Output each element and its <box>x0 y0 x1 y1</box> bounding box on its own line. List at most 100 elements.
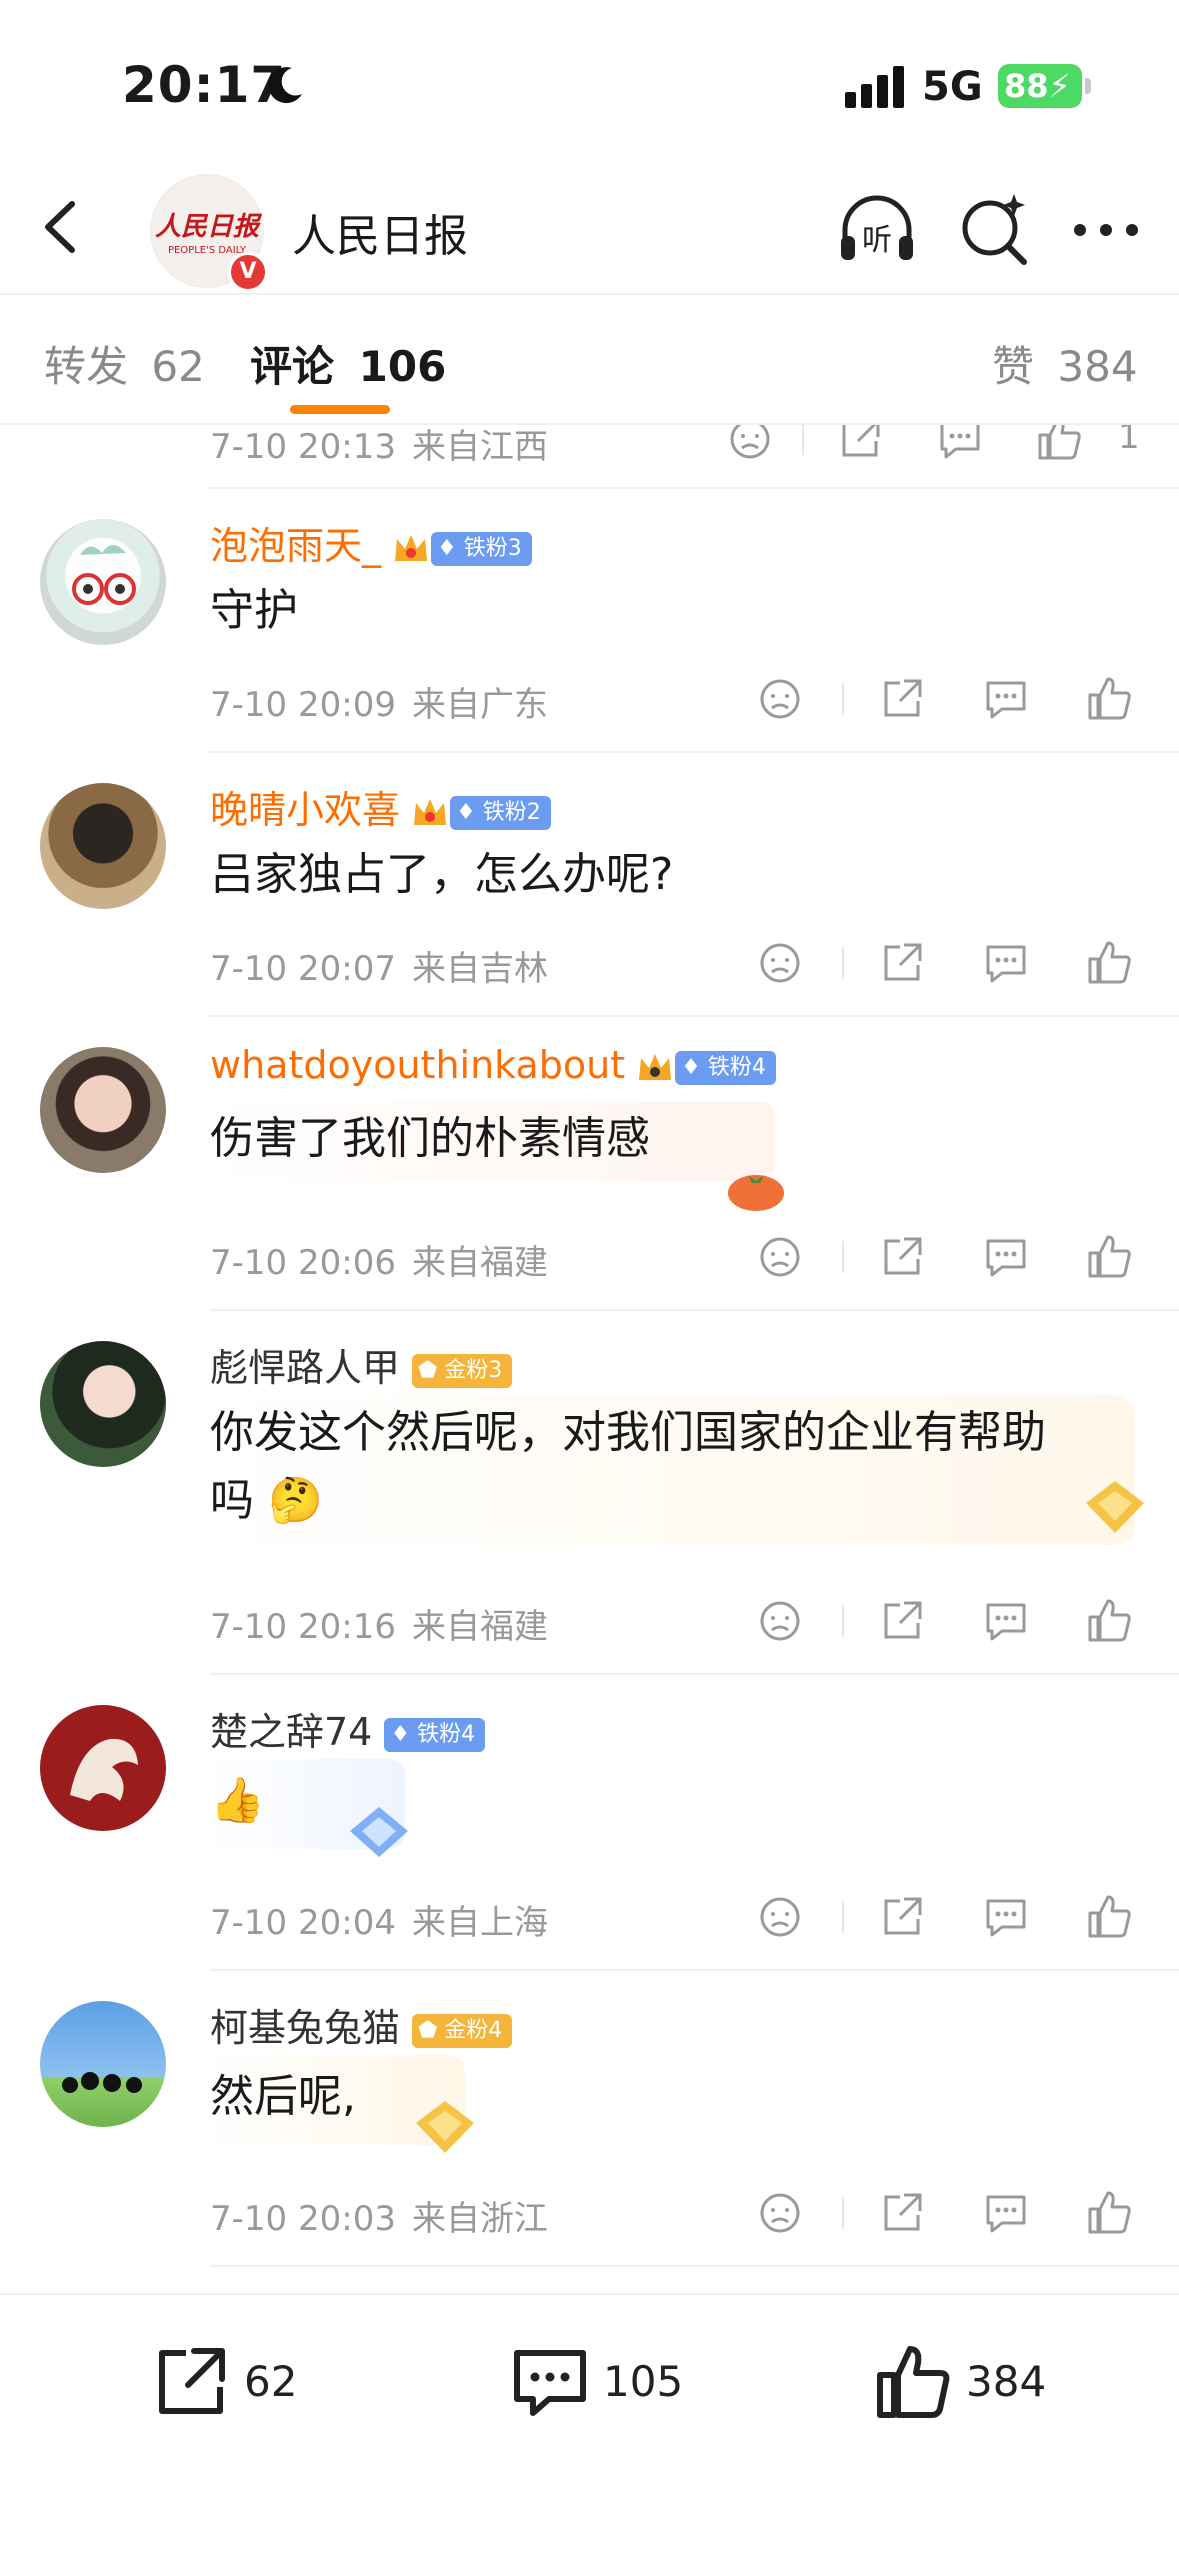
like-thumb-icon[interactable] <box>1032 425 1088 467</box>
comment-meta: 7-10 20:04 来自上海 <box>210 1895 548 1944</box>
reply-icon[interactable] <box>978 1229 1034 1285</box>
comment-location: 来自吉林 <box>411 949 548 989</box>
action-divider <box>802 425 804 455</box>
like-thumb-icon[interactable] <box>1082 671 1138 727</box>
avatar-glasses-illustration <box>72 545 136 605</box>
account-avatar[interactable]: 人民日报 PEOPLE'S DAILY V <box>150 174 268 292</box>
user-avatar[interactable] <box>40 1705 166 1831</box>
active-tab-indicator <box>290 405 390 414</box>
reply-icon[interactable] <box>932 425 988 467</box>
cellular-signal-icon <box>845 66 904 108</box>
like-thumb-icon[interactable] <box>1082 1889 1138 1945</box>
username[interactable]: 晚晴小欢喜 ♦ 铁粉2 <box>210 779 551 834</box>
row-separator <box>210 2265 1179 2267</box>
tab-likes[interactable]: 赞 384 <box>992 333 1138 394</box>
comment-list[interactable]: 7-10 20:13 来自江西 1 泡泡雨天_ ♦ 铁粉3 守护 7-10 20:0… <box>0 425 1179 2293</box>
comment-location: 来自浙江 <box>411 2199 548 2239</box>
comment-text: 吕家独占了，怎么办呢? <box>210 849 674 900</box>
username-text: 柯基兔兔猫 <box>210 2006 401 2050</box>
comment-location: 来自广东 <box>411 685 548 725</box>
account-name[interactable]: 人民日报 <box>292 200 468 264</box>
share-icon[interactable] <box>874 935 930 991</box>
comment-time: 7-10 20:09 <box>210 685 396 725</box>
fan-badge-label: 铁粉4 <box>707 1054 766 1080</box>
username[interactable]: 柯基兔兔猫 ⬟ 金粉4 <box>210 1997 513 2052</box>
user-avatar[interactable] <box>40 1341 166 1467</box>
comment-actions <box>752 2185 1152 2241</box>
dislike-face-icon[interactable] <box>752 2185 808 2241</box>
comment-actions <box>752 935 1152 991</box>
dislike-face-icon[interactable] <box>752 935 808 991</box>
share-icon[interactable] <box>832 425 888 467</box>
comment-actions <box>752 671 1152 727</box>
reply-icon[interactable] <box>978 2185 1034 2241</box>
fan-badge: ⬟ 金粉3 <box>412 1353 513 1388</box>
comment-time: 7-10 20:13 <box>210 427 396 467</box>
share-icon[interactable] <box>874 671 930 727</box>
comment-meta: 7-10 20:06 来自福建 <box>210 1235 548 1284</box>
battery-tip <box>1085 78 1091 94</box>
comment-count: 105 <box>603 2357 684 2406</box>
dislike-face-icon[interactable] <box>722 425 778 467</box>
comment-text: 然后呢, <box>210 2071 356 2122</box>
like-count: 1 <box>1118 425 1140 457</box>
reply-icon[interactable] <box>978 671 1034 727</box>
comment-location: 来自上海 <box>411 1903 548 1943</box>
comment-text: 伤害了我们的朴素情感 <box>210 1113 650 1164</box>
share-icon[interactable] <box>874 1229 930 1285</box>
user-avatar[interactable] <box>40 519 166 645</box>
like-thumb-icon[interactable] <box>1082 935 1138 991</box>
like-thumb-icon[interactable] <box>1082 1593 1138 1649</box>
comment-time: 7-10 20:03 <box>210 2199 396 2239</box>
like-thumb-icon[interactable] <box>1082 1229 1138 1285</box>
like-thumb-icon[interactable] <box>1082 2185 1138 2241</box>
back-arrow-icon[interactable] <box>28 192 98 262</box>
dislike-face-icon[interactable] <box>752 1593 808 1649</box>
dislike-face-icon[interactable] <box>752 1889 808 1945</box>
comment-item: 晚晴小欢喜 ♦ 铁粉2 吕家独占了，怎么办呢? 7-10 20:07 来自吉林 <box>0 753 1179 1017</box>
gold-gem-decoration-icon <box>416 2101 474 2153</box>
like-button[interactable]: 384 <box>868 2337 1068 2427</box>
comment-time: 7-10 20:16 <box>210 1607 396 1647</box>
fan-badge-label: 金粉3 <box>444 1357 503 1383</box>
tab-comments[interactable]: 评论 106 <box>250 333 446 394</box>
comment-time: 7-10 20:06 <box>210 1243 396 1283</box>
username-text: 楚之辞74 <box>210 1710 373 1754</box>
gold-gem-decoration-icon <box>1086 1481 1144 1533</box>
username[interactable]: 楚之辞74 ♦ 铁粉4 <box>210 1701 486 1756</box>
logo-text: 人民日报 <box>154 212 259 242</box>
search-icon[interactable] <box>952 188 1036 272</box>
share-icon[interactable] <box>874 1889 930 1945</box>
username[interactable]: whatdoyouthinkabout ♦ 铁粉4 <box>210 1043 776 1087</box>
tab-reposts[interactable]: 转发 62 <box>44 333 205 394</box>
thinking-emoji-icon: 🤔 <box>268 1475 323 1526</box>
user-avatar[interactable] <box>40 783 166 909</box>
repost-button[interactable]: 62 <box>146 2337 326 2427</box>
comment-time: 7-10 20:04 <box>210 1903 396 1943</box>
dislike-face-icon[interactable] <box>752 1229 808 1285</box>
crown-icon <box>639 1053 672 1080</box>
reply-icon[interactable] <box>978 935 1034 991</box>
comment-button[interactable]: 105 <box>505 2337 705 2427</box>
user-avatar[interactable] <box>40 2001 166 2127</box>
reply-icon[interactable] <box>978 1889 1034 1945</box>
fan-badge-label: 铁粉3 <box>463 535 522 561</box>
share-icon[interactable] <box>874 1593 930 1649</box>
user-avatar[interactable] <box>40 1047 166 1173</box>
comment-item: whatdoyouthinkabout ♦ 铁粉4 伤害了我们的朴素情感 7-10… <box>0 1017 1179 1311</box>
username-text: 晚晴小欢喜 <box>210 788 401 832</box>
action-divider <box>842 947 844 979</box>
comment-text: 守护 <box>210 585 298 636</box>
more-options-icon[interactable] <box>1064 188 1148 272</box>
action-divider <box>842 683 844 715</box>
dislike-face-icon[interactable] <box>752 671 808 727</box>
username[interactable]: 泡泡雨天_ ♦ 铁粉3 <box>210 515 532 570</box>
bottom-action-bar: 62 105 384 <box>0 2293 1179 2556</box>
comment-location: 来自福建 <box>411 1607 548 1647</box>
moon-icon <box>268 67 302 104</box>
username[interactable]: 彪悍路人甲 ⬟ 金粉3 <box>210 1337 513 1392</box>
listen-headphones-icon[interactable]: 听 <box>835 188 919 272</box>
reply-icon[interactable] <box>978 1593 1034 1649</box>
comment-location: 来自江西 <box>411 427 548 467</box>
share-icon[interactable] <box>874 2185 930 2241</box>
